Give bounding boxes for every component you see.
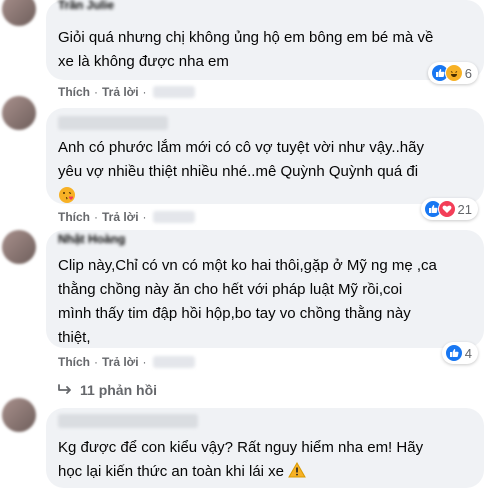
like-icon (444, 344, 463, 362)
comment-author-redacted (58, 116, 168, 130)
reaction-count: 4 (464, 345, 472, 361)
warning-icon (288, 462, 307, 478)
replies-count: 11 phản hồi (80, 382, 158, 398)
comment-text: Giỏi quá nhưng chị không ủng hộ em bông … (58, 26, 472, 74)
reply-button[interactable]: Trả lời (102, 85, 139, 99)
avatar[interactable] (2, 230, 36, 264)
comment-line: thiệt, (58, 329, 91, 346)
comment-line: học lại kiến thức an toàn khi lái xe (58, 460, 472, 484)
reply-arrow-icon (58, 384, 71, 394)
separator-dot: · (142, 85, 147, 99)
haha-icon (444, 64, 463, 82)
love-icon (437, 200, 456, 218)
comment-bubble: Anh có phước lắm mới có cô vợ tuyệt vời … (46, 108, 484, 220)
timestamp-redacted (152, 356, 195, 368)
comment-bubble: Kg được để con kiểu vậy? Rất nguy hiểm n… (46, 408, 484, 488)
reply-button[interactable]: Trả lời (102, 355, 139, 369)
like-button[interactable]: Thích (58, 85, 90, 99)
reply-button[interactable]: Trả lời (102, 210, 139, 224)
like-button[interactable]: Thích (58, 355, 90, 369)
separator-dot: · (94, 210, 98, 224)
comment-actions: Thích · Trả lời · (58, 207, 195, 227)
separator-dot: · (142, 210, 147, 224)
comment-bubble: Nhật Hoàng Clip này,Chỉ có vn có một ko … (46, 230, 484, 364)
kiss-emoji-icon (59, 187, 75, 203)
separator-dot: · (94, 85, 98, 99)
comment-line: mình thấy tim đập hồi hộp,bo tay vo chồn… (58, 305, 411, 322)
comment-text: Anh có phước lắm mới có cô vợ tuyệt vời … (58, 136, 472, 210)
comment-author[interactable]: Nhật Hoàng (58, 232, 125, 246)
separator-dot: · (142, 355, 147, 369)
comment-author-redacted (58, 414, 198, 428)
comment-bubble: Trần Julie Giỏi quá nhưng chị không ủng … (46, 0, 484, 84)
comment-line: Kg được để con kiểu vậy? Rất nguy hiểm n… (58, 439, 424, 456)
timestamp-redacted (152, 86, 195, 98)
reaction-count: 21 (457, 201, 472, 217)
reaction-summary[interactable]: 6 (427, 62, 478, 84)
like-button[interactable]: Thích (58, 210, 90, 224)
comment-line: Clip này,Chỉ có vn có một ko hai thôi,gặ… (58, 257, 437, 274)
reaction-summary[interactable]: 21 (420, 198, 478, 220)
avatar[interactable] (2, 398, 36, 432)
avatar[interactable] (2, 0, 36, 26)
comment-text: Clip này,Chỉ có vn có một ko hai thôi,gặ… (58, 254, 472, 350)
comment-actions: Thích · Trả lời · (58, 82, 195, 102)
comment-line: yêu vợ nhiều thiệt nhiều nhé..mê Quỳnh Q… (58, 163, 419, 180)
comment-text: Kg được để con kiểu vậy? Rất nguy hiểm n… (58, 436, 472, 484)
comment-line-text: học lại kiến thức an toàn khi lái xe (58, 463, 285, 480)
comment-line: xe là không được nha em (58, 53, 229, 70)
comment-author[interactable]: Trần Julie (58, 0, 114, 12)
avatar[interactable] (2, 96, 36, 130)
comment-line: Giỏi quá nhưng chị không ủng hộ em bông … (58, 29, 434, 46)
view-replies-link[interactable]: 11 phản hồi (58, 380, 157, 400)
timestamp-redacted (152, 211, 195, 223)
separator-dot: · (94, 355, 98, 369)
reaction-summary[interactable]: 4 (441, 342, 478, 364)
comment-line: thằng chồng này ăn cho hết với pháp luật… (58, 281, 403, 298)
comment-line: Anh có phước lắm mới có cô vợ tuyệt vời … (58, 139, 424, 156)
reaction-count: 6 (464, 65, 472, 81)
comment-actions: Thích · Trả lời · (58, 352, 195, 372)
